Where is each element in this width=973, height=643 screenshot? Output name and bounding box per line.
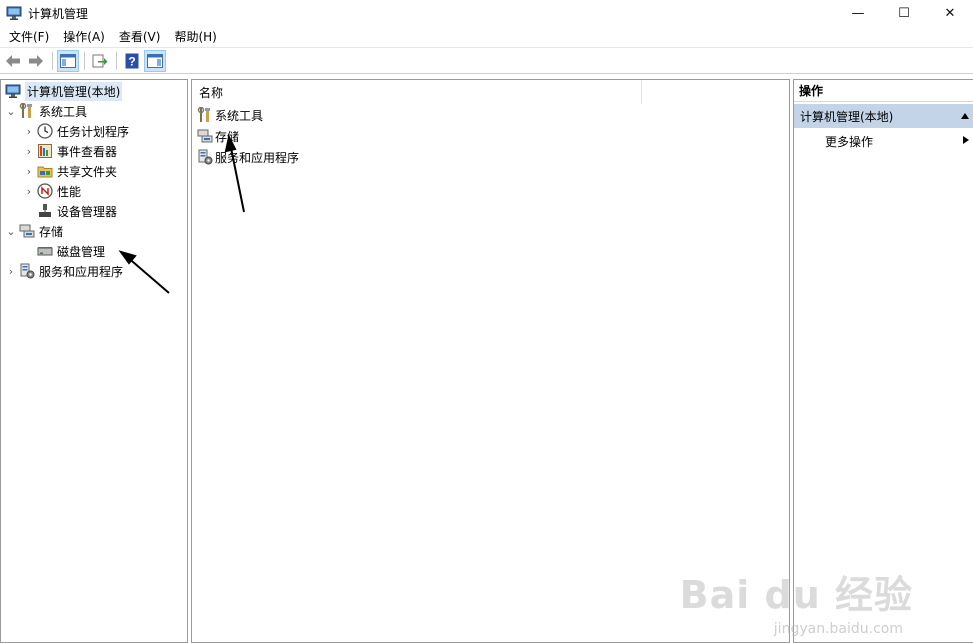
tree-item-services-apps[interactable]: › 服务和应用程序 [5,261,123,281]
tree-label: 事件查看器 [57,144,118,159]
tree-item-disk-management[interactable]: 磁盘管理 [35,241,105,261]
show-hide-tree-icon[interactable] [57,50,79,72]
chevron-right-icon[interactable]: › [23,125,35,138]
chevron-right-icon[interactable]: › [23,165,35,178]
action-label: 更多操作 [825,134,874,149]
computer-management-icon [5,83,21,99]
menu-file[interactable]: 文件(F) [4,26,54,48]
list-item-label: 存储 [215,129,240,144]
actions-group-header[interactable]: 计算机管理(本地) [794,104,973,128]
watermark: Bai du 经验 [679,573,913,617]
title-bar: 计算机管理 — ☐ ✕ [0,0,973,26]
export-list-icon[interactable] [89,50,111,72]
disk-drive-icon [37,243,53,259]
tree-item-storage[interactable]: ⌄ 存储 [5,221,63,241]
close-button[interactable]: ✕ [927,0,973,26]
tree-label: 共享文件夹 [57,164,118,179]
device-manager-icon [37,203,53,219]
tree-label: 设备管理器 [57,204,118,219]
column-header-label: 名称 [199,85,224,100]
submenu-arrow-icon [962,134,970,148]
chevron-right-icon[interactable]: › [23,145,35,158]
menu-action[interactable]: 操作(A) [58,26,110,48]
actions-pane: 操作 计算机管理(本地) 更多操作 [793,79,973,643]
tree-label: 任务计划程序 [57,124,130,139]
menu-view[interactable]: 查看(V) [114,26,166,48]
services-icon [19,263,35,279]
list-item[interactable]: 服务和应用程序 [197,147,299,167]
tree-label: 计算机管理(本地) [25,81,123,101]
menu-bar: 文件(F) 操作(A) 查看(V) 帮助(H) [0,26,973,48]
forward-arrow-icon[interactable] [25,50,47,72]
toolbar-separator [84,52,85,70]
show-hide-action-pane-icon[interactable] [144,50,166,72]
shared-folder-icon [37,163,53,179]
actions-group-label: 计算机管理(本地) [800,109,894,124]
results-pane[interactable]: 名称 系统工具 存储 服务和应用程序 [191,79,790,643]
list-item-label: 系统工具 [215,108,264,123]
actions-header: 操作 [794,80,973,102]
toolbar-separator [116,52,117,70]
svg-text:?: ? [128,55,135,69]
tree-item-task-scheduler[interactable]: › 任务计划程序 [23,121,129,141]
tools-icon [197,107,213,123]
clock-icon [37,123,53,139]
window-title: 计算机管理 [28,6,89,21]
menu-help[interactable]: 帮助(H) [169,26,221,48]
tree-label: 磁盘管理 [57,244,106,259]
back-arrow-icon[interactable] [2,50,24,72]
tools-icon [19,103,35,119]
watermark-sub: jingyan.baidu.com [773,621,903,637]
chevron-right-icon[interactable]: › [23,185,35,198]
list-item[interactable]: 系统工具 [197,105,263,125]
tree-item-device-manager[interactable]: 设备管理器 [35,201,117,221]
list-item[interactable]: 存储 [197,126,239,146]
tree-label: 服务和应用程序 [39,264,124,279]
list-item-label: 服务和应用程序 [215,150,300,165]
tree-item-root[interactable]: 计算机管理(本地) [3,81,123,101]
computer-management-icon [6,6,22,20]
performance-icon [37,183,53,199]
minimize-button[interactable]: — [835,0,881,26]
tree-item-shared-folders[interactable]: › 共享文件夹 [23,161,117,181]
chevron-right-icon[interactable]: › [5,265,17,278]
toolbar: ? [0,49,973,74]
storage-icon [197,128,213,144]
tree-label: 存储 [39,224,64,239]
storage-icon [19,223,35,239]
tree-item-system-tools[interactable]: ⌄ 系统工具 [5,101,87,121]
column-header-name[interactable]: 名称 [192,80,642,104]
tree-item-event-viewer[interactable]: › 事件查看器 [23,141,117,161]
chevron-down-icon[interactable]: ⌄ [5,225,17,238]
maximize-button[interactable]: ☐ [881,0,927,26]
collapse-up-icon[interactable] [960,109,970,123]
tree-label: 系统工具 [39,104,88,119]
tree-item-performance[interactable]: › 性能 [23,181,81,201]
console-tree-pane[interactable]: 计算机管理(本地) ⌄ 系统工具 › 任务计划程序 › 事件查看器 › 共享文件… [0,79,188,643]
chevron-down-icon[interactable]: ⌄ [5,105,17,118]
event-viewer-icon [37,143,53,159]
help-icon[interactable]: ? [121,50,143,72]
action-more-actions[interactable]: 更多操作 [794,130,973,152]
tree-label: 性能 [57,184,82,199]
toolbar-separator [52,52,53,70]
services-icon [197,149,213,165]
